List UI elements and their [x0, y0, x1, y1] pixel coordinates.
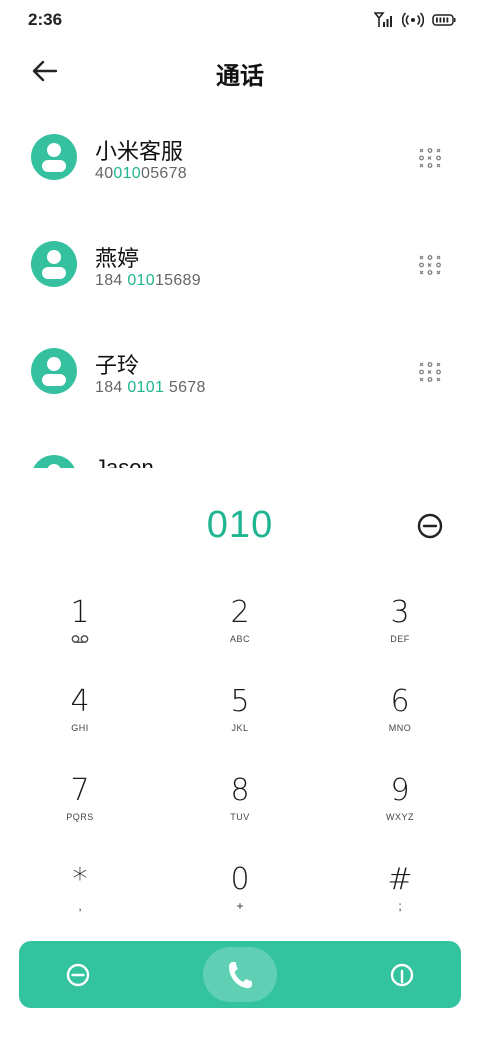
key-letters: , [78, 899, 82, 913]
key-letters: ; [398, 899, 402, 913]
status-bar: 2:36 [0, 0, 480, 40]
key-digit: 5 [230, 684, 250, 719]
key-letters: JKL [231, 723, 249, 733]
key-letters: MNO [388, 723, 412, 733]
key-letters: WXYZ [386, 812, 414, 822]
bottom-action-bar [19, 941, 461, 1008]
key-7[interactable]: 7 PQRS [20, 774, 140, 854]
key-digit: 8 [230, 773, 250, 808]
contact-row[interactable]: Jason [0, 425, 480, 468]
hotspot-icon [402, 12, 424, 28]
page-title: 通话 [216, 63, 264, 90]
battery-icon [432, 14, 456, 26]
key-digit: 3 [390, 595, 410, 630]
key-digit: 2 [230, 595, 250, 630]
dial-option-icon[interactable] [390, 963, 414, 987]
status-time: 2:36 [28, 10, 63, 29]
key-8[interactable]: 8 TUV [180, 774, 300, 854]
call-button[interactable] [203, 947, 277, 1002]
key-digit: 1 [70, 595, 90, 630]
key-4[interactable]: 4 GHI [20, 685, 140, 765]
contact-name: 燕婷 [95, 246, 140, 271]
contact-name: Jason [95, 455, 154, 468]
dialed-number[interactable]: 010 [0, 504, 480, 547]
key-9[interactable]: 9 WXYZ [340, 774, 460, 854]
avatar [31, 241, 77, 287]
avatar [31, 348, 77, 394]
key-letters: + [236, 899, 244, 913]
key-6[interactable]: 6 MNO [340, 685, 460, 765]
contact-row[interactable]: 小米客服 4001005678 [0, 104, 480, 211]
avatar [31, 455, 77, 468]
key-digit: # [387, 862, 413, 897]
key-star[interactable]: * , [20, 863, 140, 943]
key-letters: PQRS [66, 812, 94, 822]
key-hash[interactable]: # ; [340, 863, 460, 943]
contact-number: 184 0101 5678 [95, 379, 206, 396]
contact-row[interactable]: 子玲 184 0101 5678 [0, 318, 480, 425]
contact-list: 小米客服 4001005678 燕婷 184 01015689 子玲 184 0… [0, 104, 480, 468]
key-letters: GHI [71, 723, 89, 733]
key-digit: 4 [70, 684, 90, 719]
contact-detail-icon[interactable] [418, 361, 442, 383]
key-digit: 9 [390, 773, 410, 808]
key-0[interactable]: 0 + [180, 863, 300, 943]
contact-detail-icon[interactable] [418, 147, 442, 169]
key-letters: DEF [390, 634, 410, 644]
key-letters: ABC [229, 634, 250, 644]
contact-name: 子玲 [95, 353, 140, 378]
contact-number: 4001005678 [95, 165, 188, 182]
contact-row[interactable]: 燕婷 184 01015689 [0, 211, 480, 318]
avatar [31, 134, 77, 180]
dial-input-row: 010 [0, 500, 480, 560]
phone-icon [229, 961, 252, 988]
contact-detail-icon[interactable] [418, 254, 442, 276]
key-3[interactable]: 3 DEF [340, 596, 460, 676]
key-5[interactable]: 5 JKL [180, 685, 300, 765]
contact-number: 184 01015689 [95, 272, 201, 289]
key-digit: * [72, 862, 88, 897]
key-1[interactable]: 1 [20, 596, 140, 676]
signal-icon [374, 12, 392, 27]
status-icons [374, 12, 456, 28]
key-2[interactable]: 2 ABC [180, 596, 300, 676]
key-digit: 6 [390, 684, 410, 719]
hide-keypad-icon[interactable] [66, 963, 90, 987]
backspace-icon[interactable] [416, 512, 444, 540]
voicemail-icon [20, 634, 140, 646]
header: 通话 [0, 48, 480, 92]
key-digit: 0 [230, 862, 250, 897]
key-digit: 7 [70, 773, 90, 808]
key-letters: TUV [230, 812, 250, 822]
contact-name: 小米客服 [95, 139, 184, 164]
